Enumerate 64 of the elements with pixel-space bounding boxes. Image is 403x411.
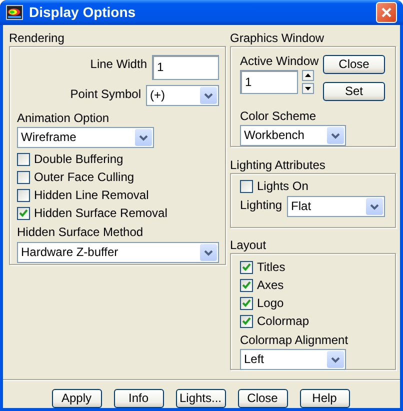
chevron-down-icon <box>139 134 148 140</box>
window-title: Display Options <box>29 3 137 22</box>
arrow-down-icon[interactable] <box>302 83 314 94</box>
dropdown-value: (+) <box>149 87 166 104</box>
text-field[interactable]: 1 <box>240 70 298 94</box>
app-icon <box>6 5 23 20</box>
checkbox-label: Lights On <box>257 179 308 193</box>
field-label: Lighting <box>240 198 282 212</box>
dropdown[interactable]: Flat <box>287 196 385 217</box>
dropdown[interactable]: Hardware Z-buffer <box>17 242 219 263</box>
checkbox[interactable] <box>17 206 30 220</box>
checkbox-label: Double Buffering <box>34 152 124 166</box>
checkbox[interactable] <box>17 152 30 166</box>
checkbox-label: Hidden Surface Removal <box>34 206 168 220</box>
checkbox[interactable] <box>240 314 253 328</box>
button[interactable]: Help <box>300 389 350 408</box>
chevron-down-icon <box>204 250 213 256</box>
field-label: Animation Option <box>17 111 110 125</box>
field-label: Color Scheme <box>240 109 318 123</box>
group-title: Lighting Attributes <box>230 158 326 172</box>
group-title: Graphics Window <box>230 31 326 45</box>
field-label: Active Window <box>240 54 319 68</box>
group-title: Rendering <box>9 31 66 45</box>
group-title: Layout <box>230 238 268 252</box>
field-label: Colormap Alignment <box>240 333 350 347</box>
checkbox[interactable] <box>17 188 30 202</box>
checkbox-label: Colormap <box>257 314 310 328</box>
dropdown[interactable]: Left <box>240 349 346 370</box>
checkbox-label: Hidden Line Removal <box>34 188 149 202</box>
button[interactable]: Close <box>238 389 288 408</box>
dropdown-value: Wireframe <box>20 129 78 146</box>
dropdown[interactable]: (+) <box>146 85 219 106</box>
dropdown-value: Workbench <box>243 127 306 144</box>
close-icon <box>381 7 392 18</box>
chevron-down-icon <box>331 356 340 362</box>
chevron-down-icon <box>331 132 340 138</box>
dropdown-value: Left <box>243 351 266 368</box>
dropdown[interactable]: Wireframe <box>17 127 154 148</box>
field-label: Line Width <box>90 56 147 71</box>
close-button[interactable] <box>376 2 397 23</box>
checkbox[interactable] <box>240 296 253 310</box>
check-icon <box>19 208 28 218</box>
button[interactable]: Close <box>323 55 385 74</box>
checkbox[interactable] <box>240 180 253 192</box>
field-label: Point Symbol <box>70 86 141 100</box>
button[interactable]: Info <box>114 389 164 408</box>
chevron-down-icon <box>204 92 213 98</box>
field-label: Hidden Surface Method <box>17 225 144 239</box>
dropdown[interactable]: Workbench <box>240 125 346 146</box>
checkbox-label: Axes <box>257 278 284 292</box>
checkbox-label: Titles <box>257 260 286 274</box>
checkbox[interactable] <box>240 278 253 292</box>
dropdown-value: Flat <box>290 198 312 215</box>
button[interactable]: Lights... <box>176 389 226 408</box>
text-field[interactable]: 1 <box>152 55 219 80</box>
button[interactable]: Set <box>323 82 385 101</box>
checkbox[interactable] <box>240 260 253 274</box>
chevron-down-icon <box>370 204 379 210</box>
checkbox[interactable] <box>17 170 30 184</box>
dropdown-value: Hardware Z-buffer <box>20 244 120 261</box>
checkbox-label: Outer Face Culling <box>34 170 134 184</box>
button[interactable]: Apply <box>52 389 102 408</box>
checkbox-label: Logo <box>257 296 284 310</box>
arrow-up-icon[interactable] <box>302 70 314 81</box>
